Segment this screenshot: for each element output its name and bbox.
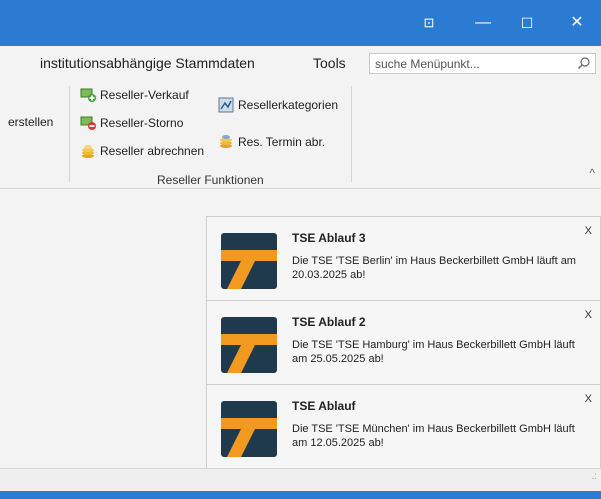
ticket-cancel-icon: [80, 116, 96, 130]
maximize-button[interactable]: ☐: [516, 12, 538, 34]
menu-search[interactable]: [369, 53, 596, 74]
tse-logo-icon: [221, 317, 277, 373]
reseller-verkauf-button[interactable]: Reseller-Verkauf: [100, 88, 189, 102]
notification-toast[interactable]: TSE Ablauf Die TSE 'TSE München' im Haus…: [206, 384, 601, 469]
notification-toast[interactable]: TSE Ablauf 2 Die TSE 'TSE Hamburg' im Ha…: [206, 300, 601, 385]
ribbon-separator: [351, 86, 352, 182]
notification-close-button[interactable]: X: [585, 393, 592, 405]
categories-icon: [218, 97, 234, 113]
notification-close-button[interactable]: X: [585, 225, 592, 237]
menu-search-input[interactable]: [370, 54, 565, 73]
pin-window-button[interactable]: ⊡: [418, 12, 440, 34]
close-window-button[interactable]: ✕: [566, 12, 588, 34]
coins-icon: [220, 135, 232, 148]
menu-tools[interactable]: Tools: [313, 55, 346, 71]
tse-logo-icon: [221, 233, 277, 289]
resellerkategorien-button[interactable]: Resellerkategorien: [238, 98, 338, 112]
status-bar: [0, 468, 601, 492]
notification-toast[interactable]: TSE Ablauf 3 Die TSE 'TSE Berlin' im Hau…: [206, 216, 601, 301]
coins-icon: [82, 145, 94, 158]
notification-message: Die TSE 'TSE München' im Haus Beckerbill…: [292, 423, 575, 449]
ticket-add-icon: [80, 88, 96, 102]
search-icon[interactable]: [577, 56, 591, 70]
reseller-storno-button[interactable]: Reseller-Storno: [100, 116, 183, 130]
title-bar: ⊡ — ☐ ✕: [0, 0, 601, 46]
notification-title: TSE Ablauf 2: [292, 315, 366, 329]
tse-logo-icon: [221, 401, 277, 457]
ribbon-erstellen-partial[interactable]: erstellen: [8, 115, 53, 129]
res-termin-abr-button[interactable]: Res. Termin abr.: [238, 135, 325, 149]
ribbon-separator: [69, 86, 70, 182]
menu-institutionsabhaengige-stammdaten[interactable]: institutionsabhängige Stammdaten: [40, 55, 255, 71]
notification-message: Die TSE 'TSE Hamburg' im Haus Beckerbill…: [292, 339, 575, 365]
notification-close-button[interactable]: X: [585, 309, 592, 321]
collapse-ribbon-button[interactable]: ^: [589, 166, 595, 180]
bottom-accent-strip: [0, 491, 601, 499]
reseller-abrechnen-button[interactable]: Reseller abrechnen: [100, 144, 204, 158]
notification-title: TSE Ablauf 3: [292, 231, 366, 245]
resize-grip-icon[interactable]: .:: [591, 471, 597, 482]
ribbon-group-label: Reseller Funktionen: [157, 173, 264, 187]
minimize-button[interactable]: —: [472, 12, 494, 34]
notification-message: Die TSE 'TSE Berlin' im Haus Beckerbille…: [292, 255, 576, 281]
notification-title: TSE Ablauf: [292, 399, 356, 413]
